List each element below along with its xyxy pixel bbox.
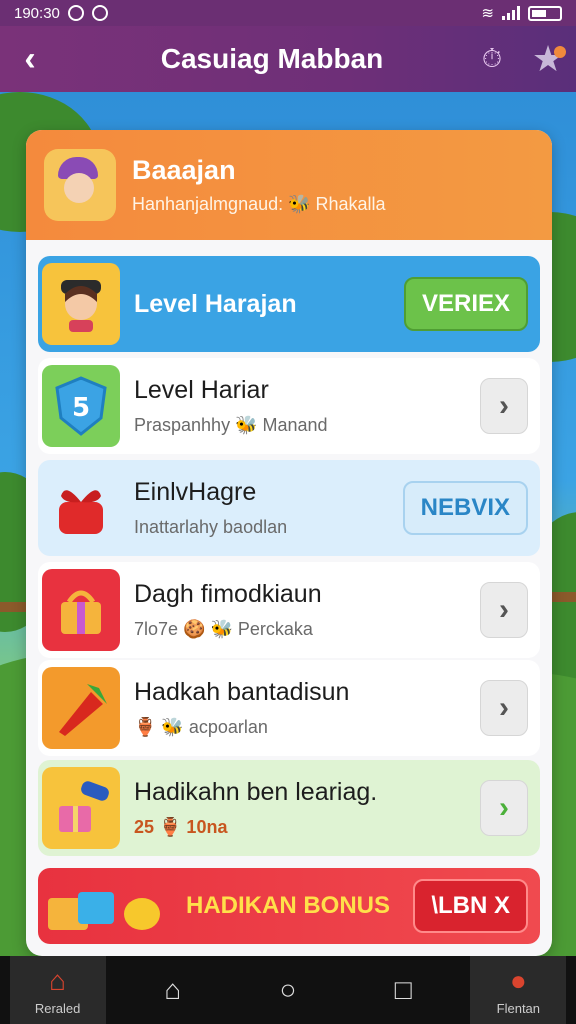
timer-button[interactable]: ⏱ xyxy=(464,26,520,92)
chevron-right-button[interactable]: › xyxy=(480,378,528,434)
nav-profile[interactable]: ● Flentan xyxy=(470,956,567,1024)
row-title: EinlvHagre xyxy=(134,478,257,506)
header-subtitle: Hanhanjalmgnaud: 🐝 Rhakalla xyxy=(132,194,386,214)
row-title: Hadkah bantadisun xyxy=(134,678,350,706)
signal-icon xyxy=(502,6,520,20)
nav-circle-button[interactable]: ○ xyxy=(240,956,336,1024)
treasure-pile-icon xyxy=(42,871,172,941)
row-subtitle: 🏺 🐝 acpoarlan xyxy=(134,717,268,737)
card-header: Baaajan Hanhanjalmgnaud: 🐝 Rhakalla xyxy=(26,130,552,240)
star-icon: ★ xyxy=(531,38,567,79)
gift-bow-icon xyxy=(42,467,120,549)
notification-icon xyxy=(67,5,84,21)
favorite-button[interactable]: ★ xyxy=(520,26,576,92)
chevron-right-icon: › xyxy=(499,389,509,422)
avatar-icon: ● xyxy=(509,964,527,996)
nav-square-button[interactable]: □ xyxy=(355,956,451,1024)
list-item[interactable]: Level Harajan VERIEX xyxy=(38,256,540,352)
nav-label-left: Reraled xyxy=(34,1000,81,1016)
bonus-banner[interactable]: HADIKAN BONUS \LBN X xyxy=(38,868,540,944)
app-bar: ‹ Casuiag Mabban ⏱ ★ xyxy=(0,26,576,92)
header-title: Baaajan xyxy=(132,155,236,185)
row-title: Level Harajan xyxy=(134,289,297,318)
bonus-button[interactable]: \LBN X xyxy=(413,879,528,933)
chevron-right-button[interactable]: › xyxy=(480,680,528,736)
row-subtitle: Inattarlahy baodlan xyxy=(134,517,288,537)
square-icon: □ xyxy=(394,974,412,1005)
row-title: Level Hariar xyxy=(134,376,269,404)
rocket-icon xyxy=(42,667,120,749)
list-item[interactable]: Hadikahn ben leariag. 25 🏺 10na › xyxy=(38,760,540,856)
avatar-girl-icon xyxy=(42,263,120,345)
chevron-right-icon: › xyxy=(499,791,509,824)
row-action-button[interactable]: VERIEX xyxy=(403,277,528,331)
telescope-gift-icon xyxy=(42,767,120,849)
bottom-navigation: ⌂ Reraled ⌂ ○ □ ● Flentan xyxy=(0,956,576,1024)
status-bar: 190:30 ≋ xyxy=(0,0,576,26)
gift-box-icon xyxy=(42,569,120,651)
svg-text:5: 5 xyxy=(72,393,90,423)
status-time: 190:30 xyxy=(14,4,60,22)
battery-icon xyxy=(528,5,562,21)
treasure-avatar-icon xyxy=(44,149,116,221)
chevron-right-button[interactable]: › xyxy=(480,582,528,638)
bonus-label: HADIKAN BONUS xyxy=(186,892,390,919)
row-subtitle: Praspanhhy 🐝 Manand xyxy=(134,415,328,435)
row-subtitle: 25 🏺 10na xyxy=(134,817,228,837)
nav-label-right: Flentan xyxy=(496,1000,541,1016)
home-icon: ⌂ xyxy=(164,974,182,1005)
shield-badge-icon: 5 xyxy=(42,365,120,447)
circle-icon: ○ xyxy=(279,974,297,1005)
back-button[interactable]: ‹ xyxy=(0,26,60,92)
row-subtitle: 7lo7e 🍪 🐝 Perckaka xyxy=(134,619,313,639)
page-title: Casuiag Mabban xyxy=(160,43,384,74)
nav-home-button[interactable]: ⌂ xyxy=(125,956,221,1024)
list-item[interactable]: 5 Level Hariar Praspanhhy 🐝 Manand › xyxy=(38,358,540,454)
timer-icon: ⏱ xyxy=(481,43,503,73)
row-action-button[interactable]: NEBVIX xyxy=(402,481,528,535)
list-item[interactable]: Dagh fimodkiaun 7lo7e 🍪 🐝 Perckaka › xyxy=(38,562,540,658)
list-item[interactable]: EinlvHagre Inattarlahy baodlan NEBVIX xyxy=(38,460,540,556)
nav-home-game[interactable]: ⌂ Reraled xyxy=(9,956,106,1024)
row-title: Hadikahn ben leariag. xyxy=(134,778,378,806)
house-icon: ⌂ xyxy=(49,964,67,996)
back-icon: ‹ xyxy=(24,39,36,78)
chevron-right-button[interactable]: › xyxy=(480,780,528,836)
chevron-right-icon: › xyxy=(499,593,509,626)
wifi-icon: ≋ xyxy=(481,5,494,22)
row-title: Dagh fimodkiaun xyxy=(134,580,322,608)
alarm-icon xyxy=(91,5,108,21)
rewards-card: Baaajan Hanhanjalmgnaud: 🐝 Rhakalla Leve… xyxy=(26,130,552,956)
chevron-right-icon: › xyxy=(499,691,509,724)
list-item[interactable]: Hadkah bantadisun 🏺 🐝 acpoarlan › xyxy=(38,660,540,756)
